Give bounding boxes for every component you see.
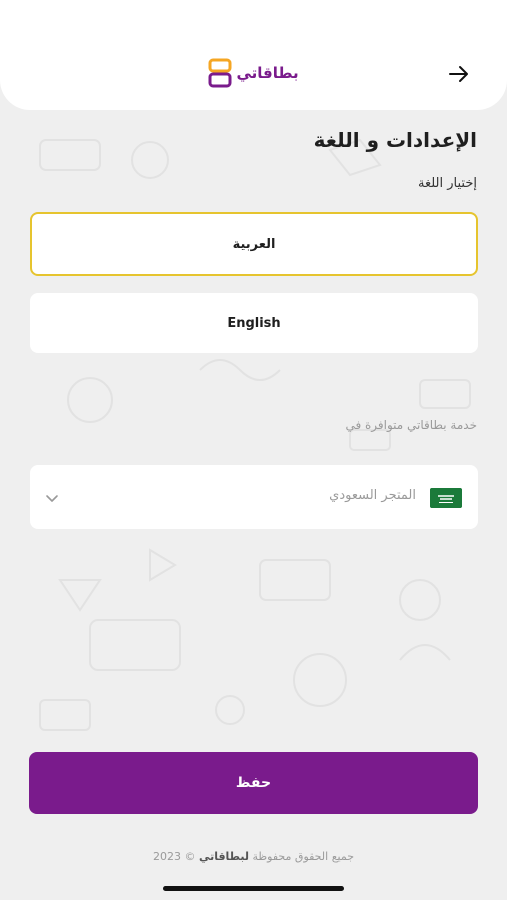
chevron-down-icon	[46, 495, 58, 502]
footer-brand: لبطاقاتي	[198, 850, 250, 863]
save-button[interactable]: حفظ	[29, 752, 478, 814]
store-label: خدمة بطاقاتي متوافرة في	[345, 418, 477, 432]
footer-prefix: جميع الحقوق محفوظة	[252, 850, 355, 863]
page-title: الإعدادات و اللغة	[313, 128, 477, 152]
language-option-arabic[interactable]: العربية	[30, 212, 478, 276]
saudi-flag-icon	[430, 488, 462, 508]
language-label: إختيار اللغة	[418, 176, 477, 191]
language-option-label: English	[227, 315, 281, 331]
copyright-footer: جميع الحقوق محفوظة لبطاقاتي © 2023	[0, 850, 507, 863]
home-indicator[interactable]	[163, 886, 344, 891]
footer-year: © 2023	[152, 850, 196, 863]
store-value: المتجر السعودي	[329, 488, 416, 503]
settings-content: الإعدادات و اللغة إختيار اللغة العربية E…	[0, 0, 507, 900]
language-option-english[interactable]: English	[30, 293, 478, 353]
store-dropdown[interactable]: المتجر السعودي	[30, 465, 478, 529]
language-option-label: العربية	[232, 236, 276, 252]
